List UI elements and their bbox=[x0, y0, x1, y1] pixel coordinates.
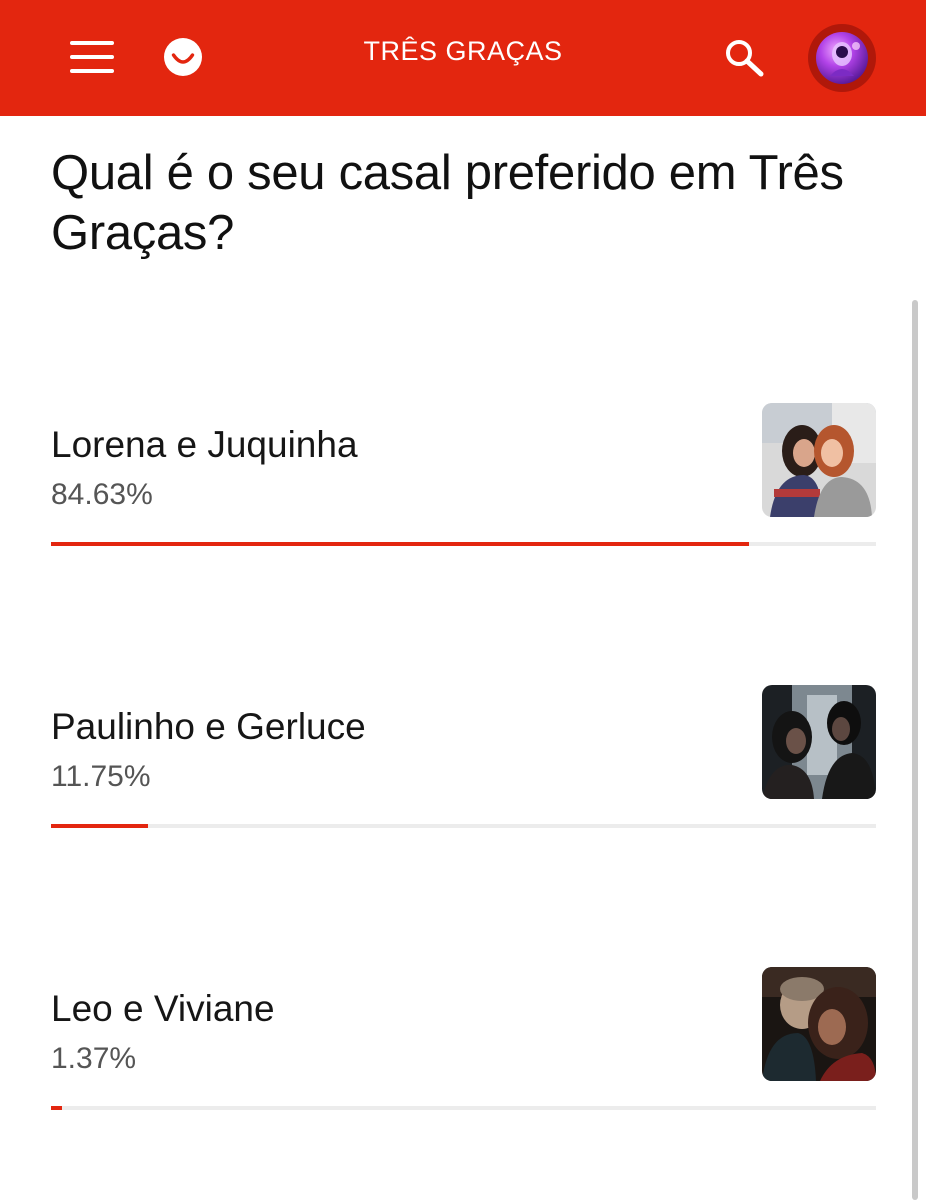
option-label: Leo e Viviane bbox=[51, 988, 275, 1029]
result-bar-track bbox=[51, 824, 876, 828]
result-bar-fill bbox=[51, 824, 148, 828]
scrollbar[interactable] bbox=[912, 300, 918, 1200]
option-percent: 84.63% bbox=[51, 478, 153, 511]
user-avatar[interactable] bbox=[808, 24, 876, 92]
poll-option[interactable]: Lorena e Juquinha 84.63% bbox=[51, 403, 876, 563]
option-thumbnail bbox=[762, 967, 876, 1081]
poll-question: Qual é o seu casal preferido em Três Gra… bbox=[51, 146, 844, 260]
result-bar-fill bbox=[51, 1106, 63, 1110]
page-title: TRÊS GRAÇAS bbox=[363, 36, 563, 66]
option-percent: 1.37% bbox=[51, 1042, 137, 1075]
result-bar-track bbox=[51, 542, 876, 546]
option-thumbnail bbox=[762, 403, 876, 517]
result-bar-fill bbox=[51, 542, 750, 546]
option-percent: 11.75% bbox=[51, 760, 151, 793]
option-label: Paulinho e Gerluce bbox=[51, 706, 366, 747]
option-thumbnail bbox=[762, 685, 876, 799]
avatar-image bbox=[816, 32, 868, 84]
option-label: Lorena e Juquinha bbox=[51, 424, 358, 465]
poll-page: TRÊS GRAÇAS Qual é o seu casal preferido… bbox=[0, 0, 926, 1200]
top-app-bar: TRÊS GRAÇAS bbox=[0, 0, 926, 116]
poll-option[interactable]: Paulinho e Gerluce 11.75% bbox=[51, 685, 876, 845]
poll-option[interactable]: Leo e Viviane 1.37% bbox=[51, 967, 876, 1127]
result-bar-track bbox=[51, 1106, 876, 1110]
search-icon[interactable] bbox=[724, 38, 766, 78]
